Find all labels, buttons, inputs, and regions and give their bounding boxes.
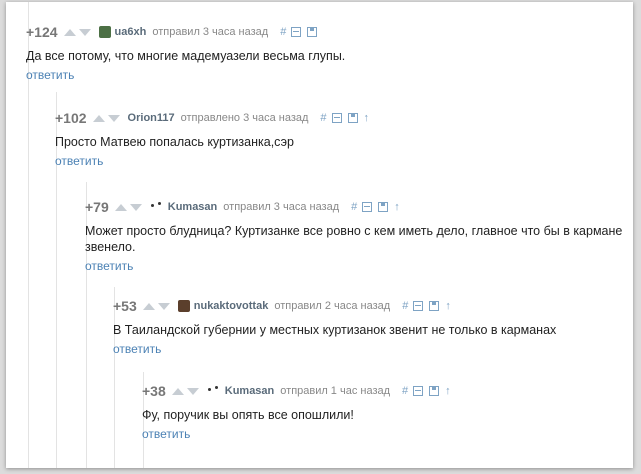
save-icon[interactable] [429,301,440,311]
arrow-up-icon[interactable] [171,387,184,395]
parent-arrow-icon[interactable]: ↑ [445,385,451,397]
save-icon[interactable] [429,386,440,396]
permalink-link[interactable]: # [402,385,408,397]
comment-rating: +124 [26,24,58,40]
comment-author[interactable]: nukaktovottak [194,300,269,312]
comment-time: 3 часа назад [202,26,269,38]
comment-header: +38 Kumasan отправил 1 час назад # ↑ [142,381,633,401]
comment-action: отправил [223,201,271,213]
reply-link[interactable]: ответить [26,68,74,82]
save-icon[interactable] [378,202,389,212]
collapse-icon[interactable] [331,113,342,123]
reply-link[interactable]: ответить [142,427,190,441]
reply-link[interactable]: ответить [55,154,103,168]
comment-text: Да все потому, что многие мадемуазели ве… [26,49,346,63]
comment: +102 Orion117 отправлено 3 часа назад # … [55,108,633,170]
comment-action: отправлено [180,112,241,124]
arrow-down-icon[interactable] [129,203,142,211]
reply-link[interactable]: ответить [113,342,161,356]
comment-text: Может просто блудница? Куртизанке все ро… [85,224,623,254]
arrow-down-icon[interactable] [78,28,91,36]
comment-action: отправил [152,26,200,38]
comment-time: 1 час назад [330,385,391,397]
permalink-link[interactable]: # [402,300,408,312]
avatar[interactable] [150,201,164,213]
arrow-up-icon[interactable] [92,114,105,122]
comment-time: 2 часа назад [324,300,391,312]
permalink-link[interactable]: # [351,201,357,213]
parent-arrow-icon[interactable]: ↑ [394,201,400,213]
permalink-link[interactable]: # [320,112,326,124]
comment-text: В Таиландской губернии у местных куртиза… [113,323,557,337]
comment-rating: +38 [142,383,166,399]
parent-arrow-icon[interactable]: ↑ [364,112,370,124]
comment-text: Просто Матвею попалась куртизанка,сэр [55,135,294,149]
parent-arrow-icon[interactable]: ↑ [445,300,451,312]
comment: +53 nukaktovottak отправил 2 часа назад … [113,296,633,358]
comments-panel: +124 ua6xh отправил 3 часа назад # Да вс… [6,2,633,468]
arrow-down-icon[interactable] [157,302,170,310]
comment-action: отправил [274,300,322,312]
comment-time: 3 часа назад [243,112,309,124]
comment-rating: +53 [113,298,137,314]
comment-header: +53 nukaktovottak отправил 2 часа назад … [113,296,633,316]
arrow-down-icon[interactable] [186,387,199,395]
comment-action: отправил [280,385,328,397]
comment: +124 ua6xh отправил 3 часа назад # Да вс… [26,22,633,84]
reply-link[interactable]: ответить [85,259,133,273]
avatar[interactable] [98,26,111,38]
collapse-icon[interactable] [413,386,424,396]
comment-author[interactable]: ua6xh [115,26,147,38]
collapse-icon[interactable] [413,301,424,311]
comment-time: 3 часа назад [273,201,340,213]
comment: +38 Kumasan отправил 1 час назад # ↑ Фу,… [142,381,633,443]
avatar[interactable] [177,300,190,312]
comment-author[interactable]: Kumasan [225,385,275,397]
comment-header: +124 ua6xh отправил 3 часа назад # [26,22,633,42]
collapse-icon[interactable] [291,27,302,37]
comment-author[interactable]: Orion117 [128,112,175,124]
avatar[interactable] [207,385,221,397]
arrow-up-icon[interactable] [142,302,155,310]
save-icon[interactable] [307,27,318,37]
arrow-up-icon[interactable] [63,28,76,36]
arrow-up-icon[interactable] [114,203,127,211]
comment-header: +79 Kumasan отправил 3 часа назад # ↑ [85,197,633,217]
comment-header: +102 Orion117 отправлено 3 часа назад # … [55,108,633,128]
save-icon[interactable] [347,113,358,123]
comment: +79 Kumasan отправил 3 часа назад # ↑ Мо… [85,197,633,275]
comment-rating: +102 [55,110,87,126]
comment-text: Фу, поручик вы опять все опошлили! [142,408,354,422]
comment-author[interactable]: Kumasan [168,201,218,213]
collapse-icon[interactable] [362,202,373,212]
permalink-link[interactable]: # [280,26,286,38]
arrow-down-icon[interactable] [107,114,120,122]
comment-rating: +79 [85,199,109,215]
